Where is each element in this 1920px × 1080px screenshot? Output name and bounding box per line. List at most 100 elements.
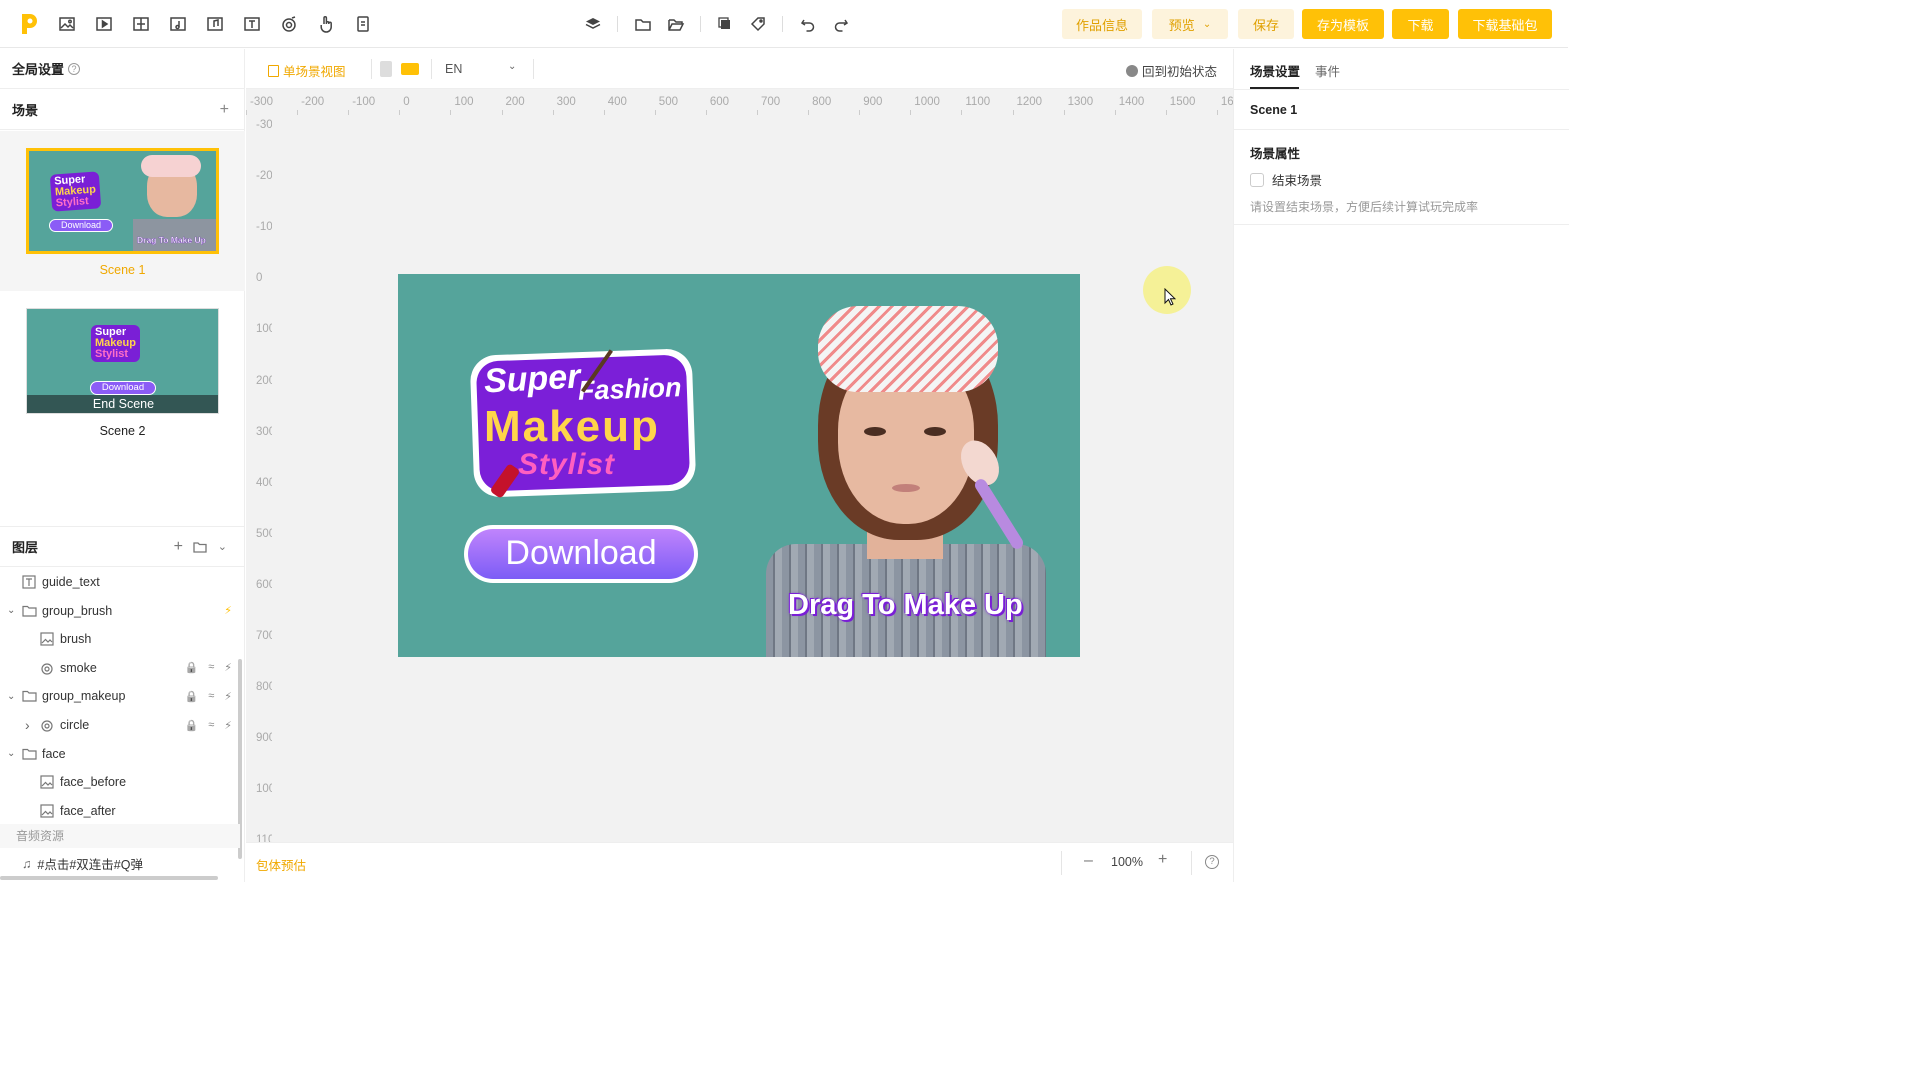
lock-icon[interactable]: 🔒 <box>185 661 199 674</box>
layer-actions: ⚡ <box>224 604 232 617</box>
layer-row[interactable]: ⌄ face <box>0 740 240 768</box>
ruler-h-tick: 0 <box>403 96 410 108</box>
undo-icon[interactable] <box>796 12 820 36</box>
stage-download-button[interactable]: Download <box>468 529 694 579</box>
lock-icon[interactable]: 🔒 <box>185 690 199 703</box>
bolt-icon[interactable]: ⚡ <box>224 719 232 732</box>
folder-add-icon[interactable] <box>193 540 207 554</box>
text-icon[interactable] <box>240 12 264 36</box>
makeup-brush-handle <box>972 476 1026 552</box>
download-button[interactable]: 下载 <box>1392 9 1449 39</box>
package-estimate-link[interactable]: 包体预估 <box>256 855 306 874</box>
global-settings-header[interactable]: 全局设置 ? <box>0 49 245 89</box>
app-logo[interactable] <box>18 12 40 36</box>
folder-open-icon[interactable] <box>664 12 688 36</box>
right-panel: 场景设置 事件 Scene 1 场景属性 结束场景 请设置结束场景，方便后续计算… <box>1233 49 1569 882</box>
help-circle-icon[interactable]: ? <box>1205 855 1219 869</box>
ruler-v-tick: 0 <box>256 272 263 285</box>
scenes-title: 场景 <box>12 103 39 118</box>
sequence-icon[interactable] <box>129 12 153 36</box>
ruler-v-tick: 600 <box>256 578 272 591</box>
save-template-button[interactable]: 存为模板 <box>1302 9 1384 39</box>
character-lips <box>892 484 920 492</box>
layer-row[interactable]: › circle 🔒 ≈ ⚡ <box>0 711 240 739</box>
layers-icon[interactable] <box>581 12 605 36</box>
zoom-in-icon[interactable]: + <box>1158 851 1167 869</box>
audio-item[interactable]: ♫ #点击#双连击#Q弹 <box>22 854 143 873</box>
particle-icon[interactable] <box>277 12 301 36</box>
logo-super: Super <box>483 357 582 401</box>
scenes-header: 场景 + <box>0 90 245 130</box>
language-chevron-icon[interactable]: ⌄ <box>508 61 516 72</box>
tag-icon[interactable] <box>746 12 770 36</box>
scene-1-label: Scene 1 <box>99 263 146 277</box>
video-icon[interactable] <box>92 12 116 36</box>
hide-icon[interactable]: ≈ <box>208 719 214 732</box>
thumb-drag-text: Drag To Make Up <box>137 235 206 245</box>
bolt-icon[interactable]: ⚡ <box>224 661 232 674</box>
scene-1-thumbnail[interactable]: Super Makeup Stylist Download Drag To Ma… <box>26 148 219 254</box>
layer-row[interactable]: smoke 🔒 ≈ ⚡ <box>0 654 240 682</box>
bg-color-gray-swatch[interactable] <box>380 61 392 77</box>
layer-row[interactable]: face_after <box>0 797 240 825</box>
help-icon[interactable]: ? <box>68 62 81 75</box>
scene-view-icon <box>268 64 279 77</box>
single-scene-view-toggle[interactable]: 单场景视图 <box>268 61 346 80</box>
end-scene-option[interactable]: 结束场景 <box>1250 170 1322 189</box>
image-icon <box>40 804 54 821</box>
mouse-cursor-icon <box>1164 288 1176 306</box>
character-headband <box>818 306 998 392</box>
layer-name: face_before <box>60 775 127 790</box>
add-layer-icon[interactable]: + <box>174 538 183 556</box>
hide-icon[interactable]: ≈ <box>208 690 214 703</box>
bg-color-yellow-swatch[interactable] <box>401 63 419 75</box>
ruler-v-tick: 500 <box>256 527 272 540</box>
thumb-logo-stylist: Stylist <box>55 195 90 210</box>
hide-icon[interactable]: ≈ <box>208 661 214 674</box>
expand-chevron-icon[interactable]: ⌄ <box>7 605 17 616</box>
language-select[interactable]: EN <box>445 62 462 76</box>
lock-icon[interactable]: 🔒 <box>185 719 199 732</box>
copy-icon[interactable] <box>713 12 737 36</box>
audio-scrollbar[interactable] <box>0 876 218 880</box>
tab-scene-settings[interactable]: 场景设置 <box>1250 61 1300 80</box>
horizontal-ruler: -300 -200 -100 0 100 200 300 400 500 600 700 800 900… <box>246 89 1233 115</box>
global-settings-label: 全局设置 <box>12 62 65 77</box>
layer-row[interactable]: guide_text <box>0 568 240 596</box>
device-icon[interactable] <box>351 12 375 36</box>
expand-chevron-icon[interactable]: ⌄ <box>7 748 17 759</box>
ruler-h-tick: 400 <box>607 96 627 108</box>
bolt-icon[interactable]: ⚡ <box>224 690 232 703</box>
audio-icon[interactable] <box>166 12 190 36</box>
scene-2-thumbnail[interactable]: Super Makeup Stylist Download End Scene <box>26 308 219 414</box>
music-icon[interactable] <box>203 12 227 36</box>
preview-button[interactable]: 预览 ⌄ <box>1152 9 1228 39</box>
layer-row[interactable]: brush <box>0 625 240 653</box>
layer-row[interactable]: face_before <box>0 768 240 796</box>
collapse-layers-icon[interactable]: ⌄ <box>218 540 227 553</box>
layer-row[interactable]: ⌄ group_makeup 🔒 ≈ ⚡ <box>0 682 240 710</box>
top-toolbar: 作品信息 预览 ⌄ 保存 存为模板 下载 下载基础包 <box>0 0 1568 48</box>
download-base-button[interactable]: 下载基础包 <box>1458 9 1552 39</box>
bolt-icon[interactable]: ⚡ <box>224 604 232 617</box>
layer-row[interactable]: ⌄ group_brush ⚡ <box>0 597 240 625</box>
ruler-v-tick: 1000 <box>256 783 272 796</box>
tab-events[interactable]: 事件 <box>1315 61 1340 80</box>
zoom-out-icon[interactable]: – <box>1084 852 1093 870</box>
image-icon[interactable] <box>55 12 79 36</box>
active-tab-indicator <box>1250 87 1299 89</box>
reset-state-button[interactable]: 回到初始状态 <box>1126 61 1217 80</box>
collapsed-chevron-icon[interactable]: › <box>25 717 35 733</box>
save-button[interactable]: 保存 <box>1238 9 1294 39</box>
audio-item-label: #点击#双连击#Q弹 <box>37 858 143 872</box>
redo-icon[interactable] <box>829 12 853 36</box>
scene-stage[interactable]: Super Fashion Makeup Stylist Download Dr… <box>398 274 1080 657</box>
gesture-icon[interactable] <box>314 12 338 36</box>
add-scene-icon[interactable]: + <box>220 101 229 119</box>
end-scene-checkbox[interactable] <box>1250 172 1264 187</box>
ruler-h-tick: 200 <box>505 96 525 108</box>
scene-2-label: Scene 2 <box>99 424 146 438</box>
work-info-button[interactable]: 作品信息 <box>1062 9 1142 39</box>
folder-icon[interactable] <box>631 12 655 36</box>
expand-chevron-icon[interactable]: ⌄ <box>7 691 17 702</box>
